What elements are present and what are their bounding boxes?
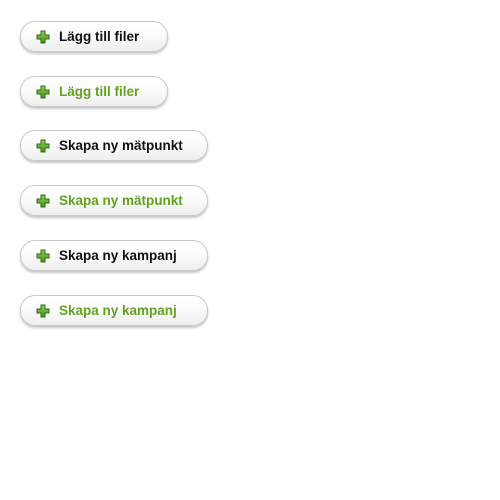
- button-label: Lägg till filer: [59, 28, 140, 44]
- create-campaign-button-hover[interactable]: Skapa ny kampanj: [20, 295, 208, 326]
- add-files-button-hover[interactable]: Lägg till filer: [20, 76, 168, 107]
- button-showcase: Lägg till filer Lägg till filer Skapa ny…: [0, 0, 500, 500]
- button-label: Skapa ny mätpunkt: [59, 192, 183, 208]
- create-campaign-button[interactable]: Skapa ny kampanj: [20, 240, 208, 271]
- button-label: Skapa ny kampanj: [59, 247, 177, 263]
- button-label: Lägg till filer: [59, 83, 140, 99]
- button-label: Skapa ny mätpunkt: [59, 137, 183, 153]
- plus-icon: [36, 249, 50, 262]
- plus-icon: [36, 30, 50, 43]
- add-files-button[interactable]: Lägg till filer: [20, 21, 168, 52]
- plus-icon: [36, 304, 50, 317]
- plus-icon: [36, 85, 50, 98]
- create-measurement-point-button-hover[interactable]: Skapa ny mätpunkt: [20, 185, 208, 216]
- create-measurement-point-button[interactable]: Skapa ny mätpunkt: [20, 130, 208, 161]
- plus-icon: [36, 139, 50, 152]
- button-label: Skapa ny kampanj: [59, 302, 177, 318]
- plus-icon: [36, 194, 50, 207]
